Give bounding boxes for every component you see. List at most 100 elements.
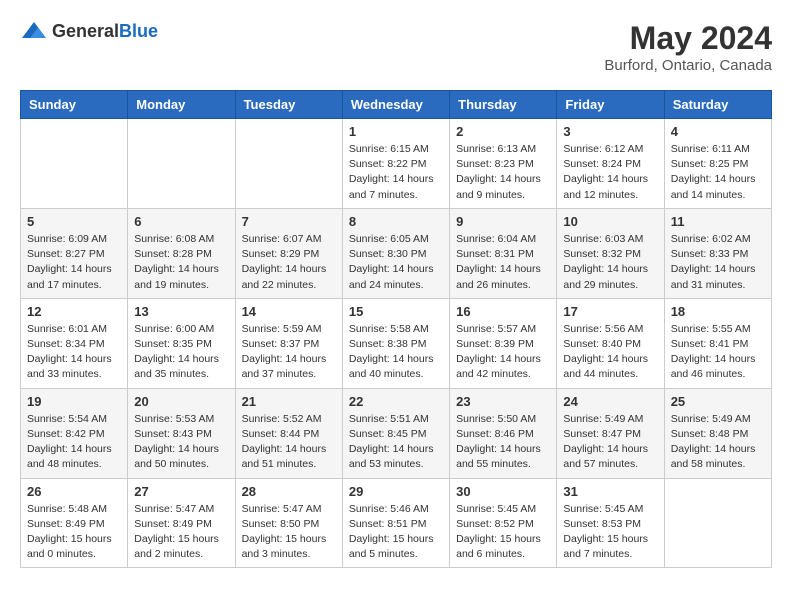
day-cell-1-3 — [235, 119, 342, 209]
logo: GeneralBlue — [20, 20, 158, 42]
day-cell-5-6: 31Sunrise: 5:45 AM Sunset: 8:53 PM Dayli… — [557, 478, 664, 568]
day-cell-3-1: 12 Sunrise: 6:01 AM Sunset: 8:34 PM Dayli… — [21, 298, 128, 388]
day-number: 10 — [563, 214, 657, 229]
logo-blue: Blue — [119, 21, 158, 41]
day-number: 4 — [671, 124, 765, 139]
week-row-5: 26 Sunrise: 5:48 AM Sunset: 8:49 PM Dayli… — [21, 478, 772, 568]
day-cell-3-6: 17Sunrise: 5:56 AM Sunset: 8:40 PM Dayli… — [557, 298, 664, 388]
day-info: Sunrise: 5:53 AM Sunset: 8:43 PM Dayligh… — [134, 412, 228, 473]
day-number: 16 — [456, 304, 550, 319]
day-info: Sunrise: 6:02 AM Sunset: 8:33 PM Dayligh… — [671, 232, 765, 293]
day-info: Sunrise: 5:52 AM Sunset: 8:44 PM Dayligh… — [242, 412, 336, 473]
day-info: Sunrise: 5:56 AM Sunset: 8:40 PM Dayligh… — [563, 322, 657, 383]
day-cell-3-3: 14 Sunrise: 5:59 AM Sunset: 8:37 PM Dayli… — [235, 298, 342, 388]
day-cell-1-1 — [21, 119, 128, 209]
day-cell-3-5: 16 Sunrise: 5:57 AM Sunset: 8:39 PM Dayli… — [450, 298, 557, 388]
day-number: 24 — [563, 394, 657, 409]
day-number: 14 — [242, 304, 336, 319]
week-row-2: 5Sunrise: 6:09 AM Sunset: 8:27 PM Daylig… — [21, 208, 772, 298]
day-info: Sunrise: 5:58 AM Sunset: 8:38 PM Dayligh… — [349, 322, 443, 383]
day-cell-2-7: 11 Sunrise: 6:02 AM Sunset: 8:33 PM Dayli… — [664, 208, 771, 298]
day-info: Sunrise: 6:04 AM Sunset: 8:31 PM Dayligh… — [456, 232, 550, 293]
day-number: 15 — [349, 304, 443, 319]
day-cell-2-5: 9Sunrise: 6:04 AM Sunset: 8:31 PM Daylig… — [450, 208, 557, 298]
day-number: 6 — [134, 214, 228, 229]
day-info: Sunrise: 5:49 AM Sunset: 8:47 PM Dayligh… — [563, 412, 657, 473]
calendar-table: Sunday Monday Tuesday Wednesday Thursday… — [20, 90, 772, 568]
day-number: 8 — [349, 214, 443, 229]
day-cell-5-2: 27Sunrise: 5:47 AM Sunset: 8:49 PM Dayli… — [128, 478, 235, 568]
day-cell-2-6: 10 Sunrise: 6:03 AM Sunset: 8:32 PM Dayli… — [557, 208, 664, 298]
day-cell-5-4: 29 Sunrise: 5:46 AM Sunset: 8:51 PM Dayli… — [342, 478, 449, 568]
title-section: May 2024 Burford, Ontario, Canada — [604, 20, 772, 74]
day-info: Sunrise: 6:09 AM Sunset: 8:27 PM Dayligh… — [27, 232, 121, 293]
day-info: Sunrise: 5:47 AM Sunset: 8:50 PM Dayligh… — [242, 502, 336, 563]
day-info: Sunrise: 6:07 AM Sunset: 8:29 PM Dayligh… — [242, 232, 336, 293]
day-number: 26 — [27, 484, 121, 499]
header-thursday: Thursday — [450, 91, 557, 119]
day-number: 11 — [671, 214, 765, 229]
day-number: 20 — [134, 394, 228, 409]
day-cell-3-2: 13 Sunrise: 6:00 AM Sunset: 8:35 PM Dayli… — [128, 298, 235, 388]
page-header: GeneralBlue May 2024 Burford, Ontario, C… — [20, 20, 772, 74]
day-number: 21 — [242, 394, 336, 409]
week-row-3: 12 Sunrise: 6:01 AM Sunset: 8:34 PM Dayli… — [21, 298, 772, 388]
day-cell-5-7 — [664, 478, 771, 568]
day-number: 28 — [242, 484, 336, 499]
day-info: Sunrise: 5:57 AM Sunset: 8:39 PM Dayligh… — [456, 322, 550, 383]
day-number: 30 — [456, 484, 550, 499]
day-info: Sunrise: 6:08 AM Sunset: 8:28 PM Dayligh… — [134, 232, 228, 293]
day-info: Sunrise: 6:01 AM Sunset: 8:34 PM Dayligh… — [27, 322, 121, 383]
day-info: Sunrise: 5:48 AM Sunset: 8:49 PM Dayligh… — [27, 502, 121, 563]
day-cell-4-7: 25Sunrise: 5:49 AM Sunset: 8:48 PM Dayli… — [664, 388, 771, 478]
header-friday: Friday — [557, 91, 664, 119]
day-number: 23 — [456, 394, 550, 409]
day-cell-4-3: 21 Sunrise: 5:52 AM Sunset: 8:44 PM Dayli… — [235, 388, 342, 478]
day-cell-5-5: 30 Sunrise: 5:45 AM Sunset: 8:52 PM Dayli… — [450, 478, 557, 568]
header-tuesday: Tuesday — [235, 91, 342, 119]
header-monday: Monday — [128, 91, 235, 119]
day-info: Sunrise: 5:51 AM Sunset: 8:45 PM Dayligh… — [349, 412, 443, 473]
day-cell-1-7: 4 Sunrise: 6:11 AM Sunset: 8:25 PM Daylig… — [664, 119, 771, 209]
day-info: Sunrise: 5:54 AM Sunset: 8:42 PM Dayligh… — [27, 412, 121, 473]
day-number: 29 — [349, 484, 443, 499]
logo-general: General — [52, 21, 119, 41]
day-number: 2 — [456, 124, 550, 139]
day-number: 1 — [349, 124, 443, 139]
day-number: 12 — [27, 304, 121, 319]
day-cell-4-2: 20 Sunrise: 5:53 AM Sunset: 8:43 PM Dayli… — [128, 388, 235, 478]
day-cell-5-1: 26 Sunrise: 5:48 AM Sunset: 8:49 PM Dayli… — [21, 478, 128, 568]
week-row-4: 19 Sunrise: 5:54 AM Sunset: 8:42 PM Dayli… — [21, 388, 772, 478]
weekday-header-row: Sunday Monday Tuesday Wednesday Thursday… — [21, 91, 772, 119]
header-saturday: Saturday — [664, 91, 771, 119]
month-year-title: May 2024 — [604, 20, 772, 57]
week-row-1: 1 Sunrise: 6:15 AM Sunset: 8:22 PM Daylig… — [21, 119, 772, 209]
day-info: Sunrise: 6:05 AM Sunset: 8:30 PM Dayligh… — [349, 232, 443, 293]
header-wednesday: Wednesday — [342, 91, 449, 119]
day-info: Sunrise: 6:11 AM Sunset: 8:25 PM Dayligh… — [671, 142, 765, 203]
day-cell-2-3: 7Sunrise: 6:07 AM Sunset: 8:29 PM Daylig… — [235, 208, 342, 298]
day-cell-1-5: 2 Sunrise: 6:13 AM Sunset: 8:23 PM Daylig… — [450, 119, 557, 209]
day-info: Sunrise: 5:45 AM Sunset: 8:52 PM Dayligh… — [456, 502, 550, 563]
day-cell-1-6: 3Sunrise: 6:12 AM Sunset: 8:24 PM Daylig… — [557, 119, 664, 209]
logo-icon — [20, 20, 48, 42]
day-cell-5-3: 28 Sunrise: 5:47 AM Sunset: 8:50 PM Dayli… — [235, 478, 342, 568]
day-info: Sunrise: 5:59 AM Sunset: 8:37 PM Dayligh… — [242, 322, 336, 383]
day-cell-1-4: 1 Sunrise: 6:15 AM Sunset: 8:22 PM Daylig… — [342, 119, 449, 209]
day-info: Sunrise: 6:13 AM Sunset: 8:23 PM Dayligh… — [456, 142, 550, 203]
day-info: Sunrise: 6:12 AM Sunset: 8:24 PM Dayligh… — [563, 142, 657, 203]
day-number: 27 — [134, 484, 228, 499]
day-number: 19 — [27, 394, 121, 409]
day-number: 13 — [134, 304, 228, 319]
day-info: Sunrise: 6:03 AM Sunset: 8:32 PM Dayligh… — [563, 232, 657, 293]
day-cell-4-6: 24 Sunrise: 5:49 AM Sunset: 8:47 PM Dayli… — [557, 388, 664, 478]
day-info: Sunrise: 5:49 AM Sunset: 8:48 PM Dayligh… — [671, 412, 765, 473]
day-cell-4-1: 19 Sunrise: 5:54 AM Sunset: 8:42 PM Dayli… — [21, 388, 128, 478]
day-cell-3-7: 18Sunrise: 5:55 AM Sunset: 8:41 PM Dayli… — [664, 298, 771, 388]
day-info: Sunrise: 5:46 AM Sunset: 8:51 PM Dayligh… — [349, 502, 443, 563]
day-cell-3-4: 15 Sunrise: 5:58 AM Sunset: 8:38 PM Dayli… — [342, 298, 449, 388]
day-info: Sunrise: 6:15 AM Sunset: 8:22 PM Dayligh… — [349, 142, 443, 203]
day-info: Sunrise: 6:00 AM Sunset: 8:35 PM Dayligh… — [134, 322, 228, 383]
location-subtitle: Burford, Ontario, Canada — [604, 57, 772, 74]
day-cell-4-5: 23Sunrise: 5:50 AM Sunset: 8:46 PM Dayli… — [450, 388, 557, 478]
